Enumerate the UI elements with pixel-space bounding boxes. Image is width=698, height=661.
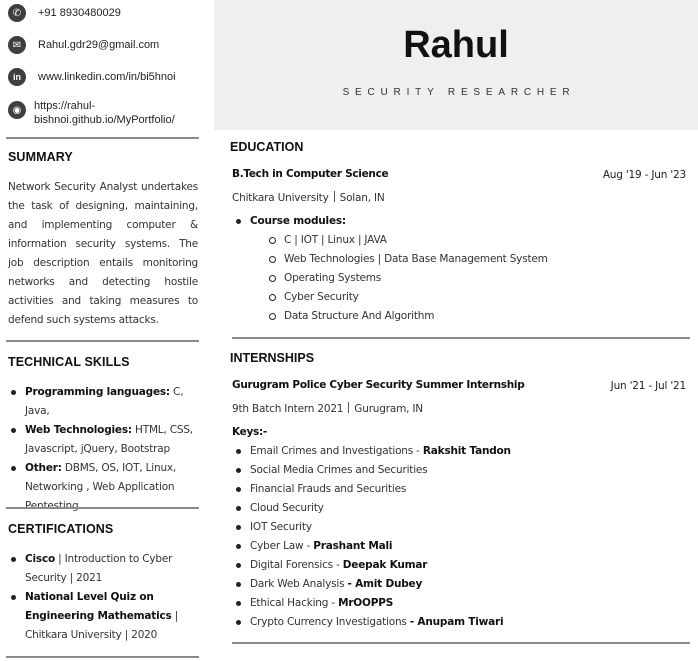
list-item: Web Technologies | Data Base Management …: [250, 250, 548, 269]
education-degree: B.Tech in Computer Science: [232, 168, 389, 180]
education-heading: EDUCATION: [230, 140, 304, 154]
list-item: Dark Web Analysis - Amit Dubey: [232, 575, 511, 594]
linkedin-icon: in: [8, 68, 26, 86]
skills-heading: TECHNICAL SKILLS: [8, 355, 130, 369]
modules-sublist: C | IOT | Linux | JAVA Web Technologies …: [250, 231, 548, 326]
divider: [232, 642, 690, 644]
contact-website-line1: https://rahul-: [34, 100, 96, 112]
contact-linkedin-row: in www.linkedin.com/in/bi5hnoi: [8, 68, 176, 86]
summary-text: Network Security Analyst undertakes the …: [8, 181, 198, 326]
contact-phone-row: ✆ +91 8930480029: [8, 4, 121, 22]
list-item: Course modules: C | IOT | Linux | JAVA W…: [232, 212, 548, 326]
divider: [6, 340, 199, 342]
list-item: Digital Forensics - Deepak Kumar: [232, 556, 511, 575]
education-modules: Course modules: C | IOT | Linux | JAVA W…: [232, 212, 548, 326]
list-item: C | IOT | Linux | JAVA: [250, 231, 548, 250]
contact-website[interactable]: https://rahul- bishnoi.github.io/MyPortf…: [34, 99, 175, 127]
envelope-icon: ✉: [8, 36, 26, 54]
globe-icon: ◉: [8, 101, 26, 119]
divider: [6, 137, 199, 139]
summary-heading: SUMMARY: [8, 150, 73, 164]
left-column: ✆ +91 8930480029 ✉ Rahul.gdr29@gmail.com…: [0, 0, 214, 661]
list-item: Operating Systems: [250, 269, 548, 288]
education-dates: Aug '19 - Jun '23: [602, 169, 686, 181]
list-item: Cisco | Introduction to Cyber Security |…: [8, 550, 198, 588]
contact-website-row: ◉ https://rahul- bishnoi.github.io/MyPor…: [8, 99, 175, 127]
list-item: Crypto Currency Investigations - Anupam …: [232, 613, 511, 632]
list-item: IOT Security: [232, 518, 511, 537]
list-item: Financial Frauds and Securities: [232, 480, 511, 499]
certifications-list: Cisco | Introduction to Cyber Security |…: [8, 550, 198, 645]
internship-keys: Email Crimes and Investigations - Rakshi…: [232, 442, 511, 632]
list-item: National Level Quiz on Engineering Mathe…: [8, 588, 198, 645]
contact-email[interactable]: Rahul.gdr29@gmail.com: [38, 38, 159, 52]
divider: [6, 507, 199, 509]
skills-list: Programming languages: C, Java, Web Tech…: [8, 383, 198, 516]
divider: [6, 656, 199, 658]
education-institution: Chitkara University Solan, IN: [232, 191, 385, 204]
list-item: Cloud Security: [232, 499, 511, 518]
keys-label: Keys:-: [232, 426, 267, 438]
divider: [232, 337, 690, 339]
list-item: Programming languages: C, Java,: [8, 383, 198, 421]
list-item: Ethical Hacking - MrOOPPS: [232, 594, 511, 613]
internships-heading: INTERNSHIPS: [230, 351, 315, 365]
list-item: Cyber Security: [250, 288, 548, 307]
list-item: Data Structure And Algorithm: [250, 307, 548, 326]
contact-email-row: ✉ Rahul.gdr29@gmail.com: [8, 36, 159, 54]
internship-dates: Jun '21 - Jul '21: [610, 380, 687, 392]
list-item: Social Media Crimes and Securities: [232, 461, 511, 480]
certifications-heading: CERTIFICATIONS: [8, 522, 114, 536]
contact-phone[interactable]: +91 8930480029: [38, 6, 121, 20]
internship-title: Gurugram Police Cyber Security Summer In…: [232, 379, 525, 391]
list-item: Cyber Law - Prashant Mali: [232, 537, 511, 556]
phone-icon: ✆: [8, 4, 26, 22]
header-banner: Rahul SECURITY RESEARCHER: [214, 0, 698, 130]
list-item: Web Technologies: HTML, CSS, Javascript,…: [8, 421, 198, 459]
internship-role: 9th Batch Intern 2021 Gurugram, IN: [232, 402, 423, 415]
contact-website-line2: bishnoi.github.io/MyPortfolio/: [34, 114, 175, 126]
contact-linkedin[interactable]: www.linkedin.com/in/bi5hnoi: [38, 70, 176, 84]
person-role: SECURITY RESEARCHER: [342, 87, 576, 98]
list-item: Email Crimes and Investigations - Rakshi…: [232, 442, 511, 461]
person-name: Rahul: [403, 24, 509, 66]
